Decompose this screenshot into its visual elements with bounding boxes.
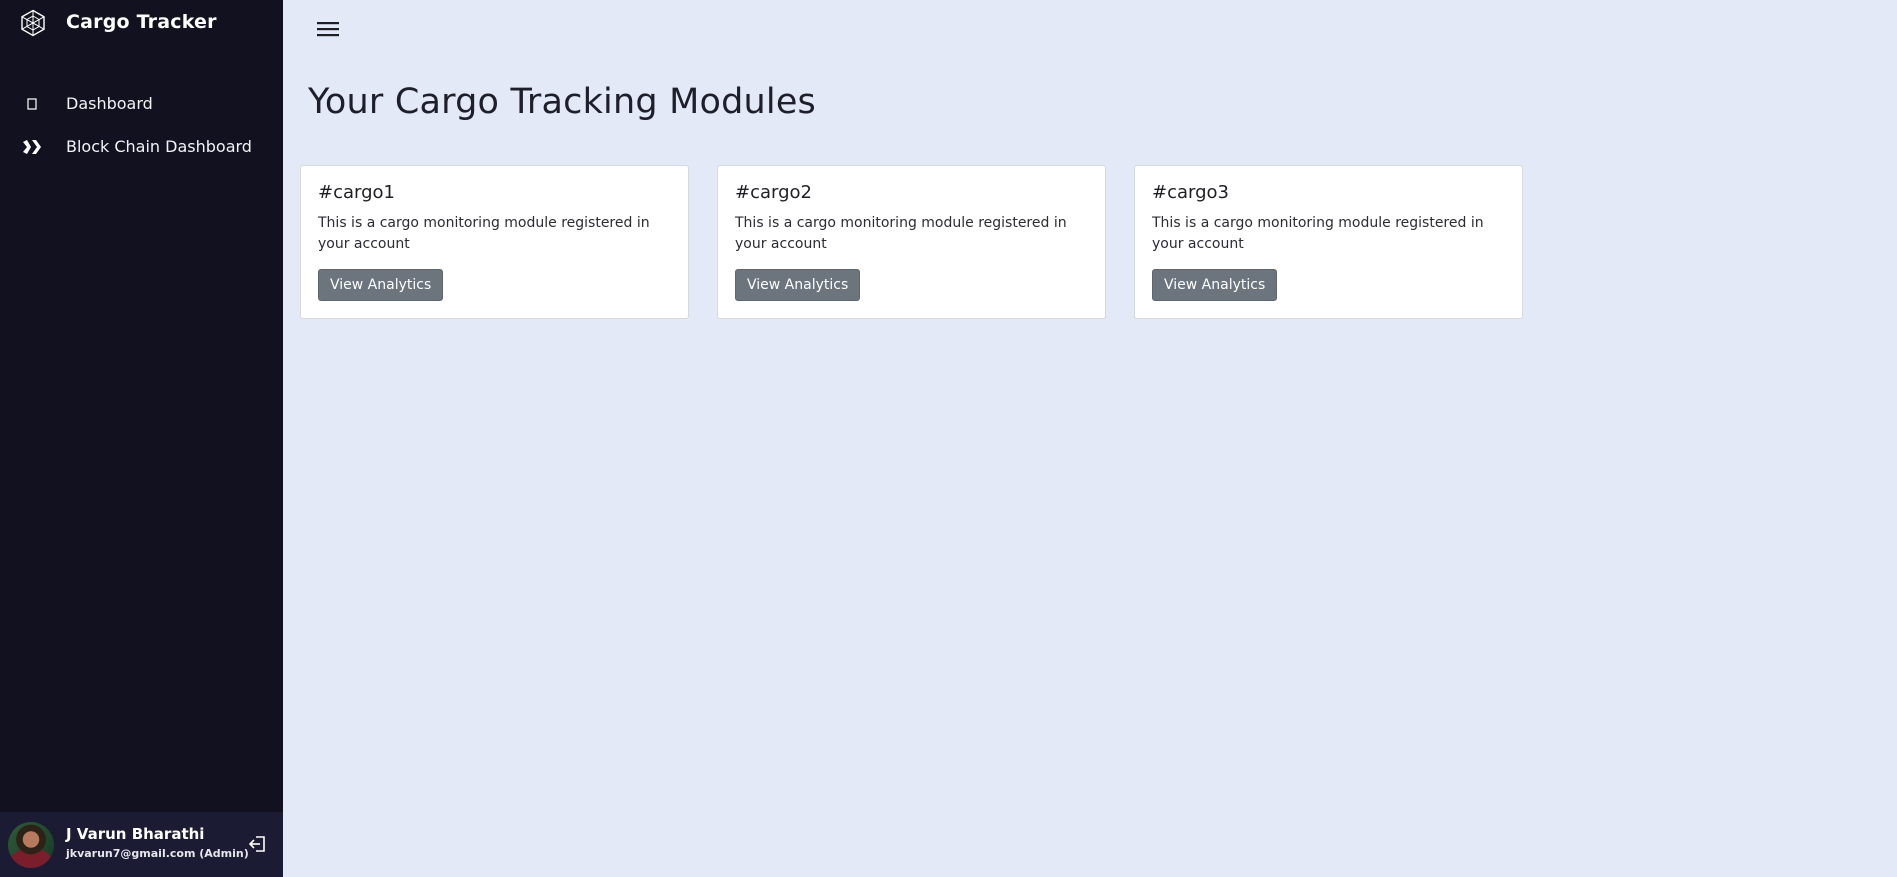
card-title: #cargo2 [735,182,812,203]
hamburger-menu-icon[interactable] [316,19,340,39]
blockchain-icon [22,137,42,157]
user-panel: J Varun Bharathi jkvarun7@gmail.com (Adm… [0,812,283,877]
sidebar: Cargo Tracker Dashboard Block Chain Dash… [0,0,283,877]
hexagon-logo-icon [21,9,45,37]
card-title: #cargo1 [318,182,395,203]
sidebar-item-label: Dashboard [66,94,153,113]
card-description: This is a cargo monitoring module regist… [1152,215,1484,252]
user-name: J Varun Bharathi [66,825,205,843]
app-name: Cargo Tracker [66,11,217,33]
sidebar-nav: Dashboard Block Chain Dashboard [0,82,283,168]
user-email: jkvarun7@gmail.com (Admin) [66,847,249,860]
card-title: #cargo3 [1152,182,1229,203]
page-title: Your Cargo Tracking Modules [308,82,816,122]
sidebar-item-dashboard[interactable]: Dashboard [0,82,283,125]
sidebar-item-blockchain-dashboard[interactable]: Block Chain Dashboard [0,125,283,168]
sidebar-item-label: Block Chain Dashboard [66,137,252,156]
card-description: This is a cargo monitoring module regist… [735,215,1067,252]
view-analytics-button[interactable]: View Analytics [735,269,861,301]
module-card: #cargo1 This is a cargo monitoring modul… [300,165,689,319]
avatar[interactable] [8,822,54,868]
view-analytics-button[interactable]: View Analytics [318,269,444,301]
brand[interactable]: Cargo Tracker [19,8,217,38]
card-description: This is a cargo monitoring module regist… [318,215,650,252]
logout-icon[interactable] [248,834,268,854]
module-card: #cargo3 This is a cargo monitoring modul… [1134,165,1523,319]
dashboard-icon [22,94,42,114]
module-card: #cargo2 This is a cargo monitoring modul… [717,165,1106,319]
view-analytics-button[interactable]: View Analytics [1152,269,1278,301]
